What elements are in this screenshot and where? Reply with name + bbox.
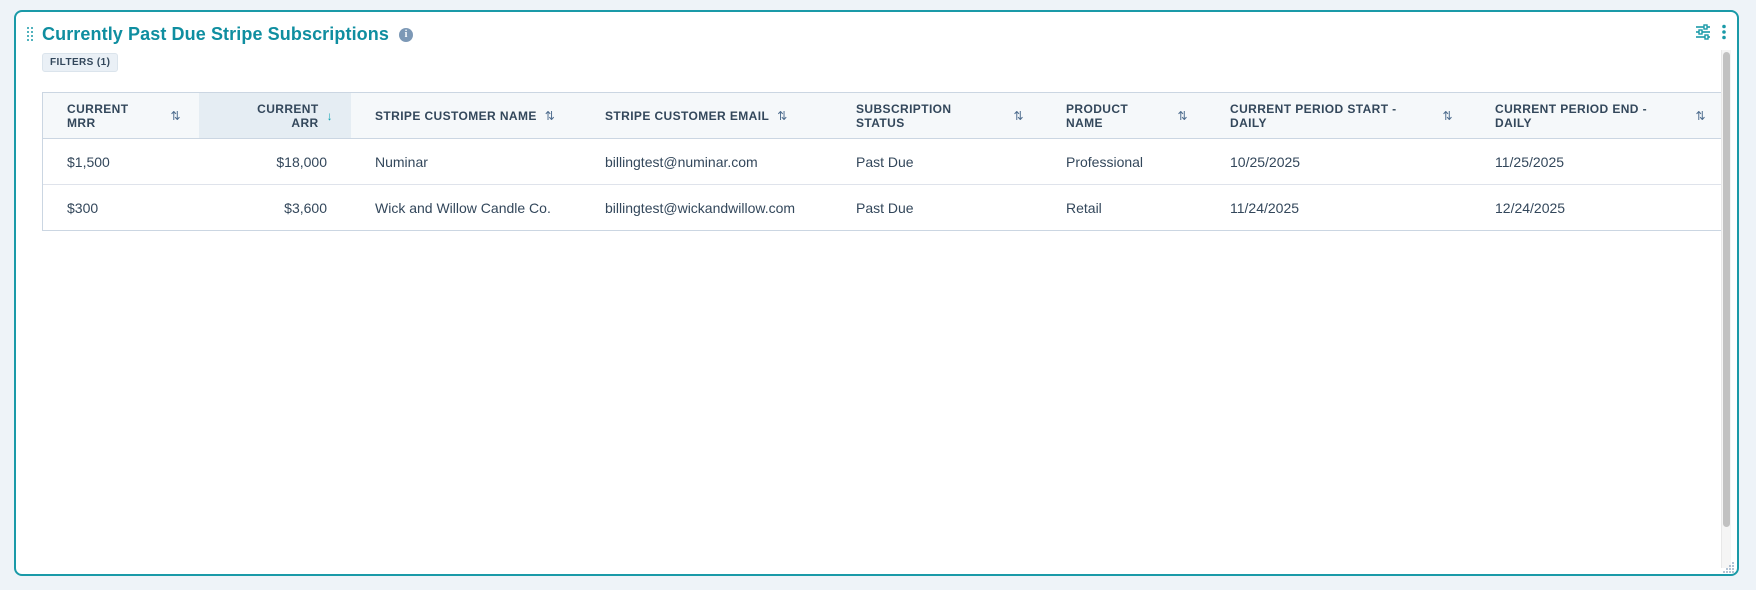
column-header-current-period-start[interactable]: CURRENT PERIOD START - DAILY ⇅ <box>1206 93 1471 139</box>
cell-customer-name: Numinar <box>351 138 581 185</box>
more-vertical-icon[interactable] <box>1721 24 1727 45</box>
cell-customer-name: Wick and Willow Candle Co. <box>375 199 551 216</box>
scrollbar-thumb[interactable] <box>1723 52 1730 527</box>
column-header-stripe-customer-email[interactable]: STRIPE CUSTOMER EMAIL ⇅ <box>581 93 832 139</box>
report-actions <box>1695 24 1727 45</box>
sort-icon[interactable]: ⇅ <box>777 109 787 123</box>
table-row: $1,500 $18,000 Numinar billingtest@numin… <box>43 138 1724 185</box>
sort-icon[interactable]: ⇅ <box>171 109 181 123</box>
cell-subscription-status: Past Due <box>832 138 1042 185</box>
column-header-stripe-customer-name[interactable]: STRIPE CUSTOMER NAME ⇅ <box>351 93 581 139</box>
info-icon[interactable]: i <box>398 27 413 42</box>
sort-icon[interactable]: ⇅ <box>1443 109 1453 123</box>
cell-customer-email: billingtest@numinar.com <box>581 138 832 185</box>
report-title[interactable]: Currently Past Due Stripe Subscriptions <box>42 24 389 45</box>
cell-product-name: Retail <box>1066 199 1102 216</box>
cell-current-arr: $18,000 <box>199 138 351 185</box>
column-header-product-name[interactable]: PRODUCT NAME ⇅ <box>1042 93 1206 139</box>
report-card: Currently Past Due Stripe Subscriptions … <box>14 10 1739 576</box>
table-header-row: CURRENT MRR ⇅ CURRENT ARR ↓ STRIPE CUSTOME… <box>43 93 1724 139</box>
sliders-icon[interactable] <box>1695 24 1711 45</box>
cell-period-end: 12/24/2025 <box>1495 199 1566 216</box>
resize-handle-icon[interactable] <box>1723 560 1735 573</box>
cell-current-arr: $3,600 <box>284 199 327 216</box>
column-header-current-arr[interactable]: CURRENT ARR ↓ <box>199 93 351 139</box>
sort-icon[interactable]: ⇅ <box>1696 109 1706 123</box>
cell-customer-email: billingtest@wickandwillow.com <box>605 199 796 216</box>
column-header-current-period-end[interactable]: CURRENT PERIOD END - DAILY ⇅ <box>1471 93 1724 139</box>
cell-current-mrr: $300 <box>67 199 99 216</box>
sort-icon[interactable]: ⇅ <box>1178 109 1188 123</box>
sort-descending-icon[interactable]: ↓ <box>327 109 333 123</box>
cell-product-name: Professional <box>1042 138 1206 185</box>
cell-period-start: 11/24/2025 <box>1230 199 1300 216</box>
sort-icon[interactable]: ⇅ <box>1014 109 1024 123</box>
cell-subscription-status: Past Due <box>856 199 914 216</box>
sort-icon[interactable]: ⇅ <box>545 109 555 123</box>
column-header-current-mrr[interactable]: CURRENT MRR ⇅ <box>43 93 199 139</box>
cell-period-end: 11/25/2025 <box>1471 138 1724 185</box>
vertical-scrollbar[interactable] <box>1721 50 1731 568</box>
drag-handle-icon[interactable] <box>27 27 33 43</box>
cell-current-mrr: $1,500 <box>43 138 199 185</box>
filters-button[interactable]: FILTERS (1) <box>42 53 119 72</box>
report-header: Currently Past Due Stripe Subscriptions … <box>42 24 413 45</box>
table-row: $300 $3,600 Wick and Willow Candle Co. b… <box>43 185 1724 231</box>
data-table: CURRENT MRR ⇅ CURRENT ARR ↓ STRIPE CUSTOME… <box>42 92 1725 231</box>
cell-period-start: 10/25/2025 <box>1206 138 1471 185</box>
column-header-subscription-status[interactable]: SUBSCRIPTION STATUS ⇅ <box>832 93 1042 139</box>
